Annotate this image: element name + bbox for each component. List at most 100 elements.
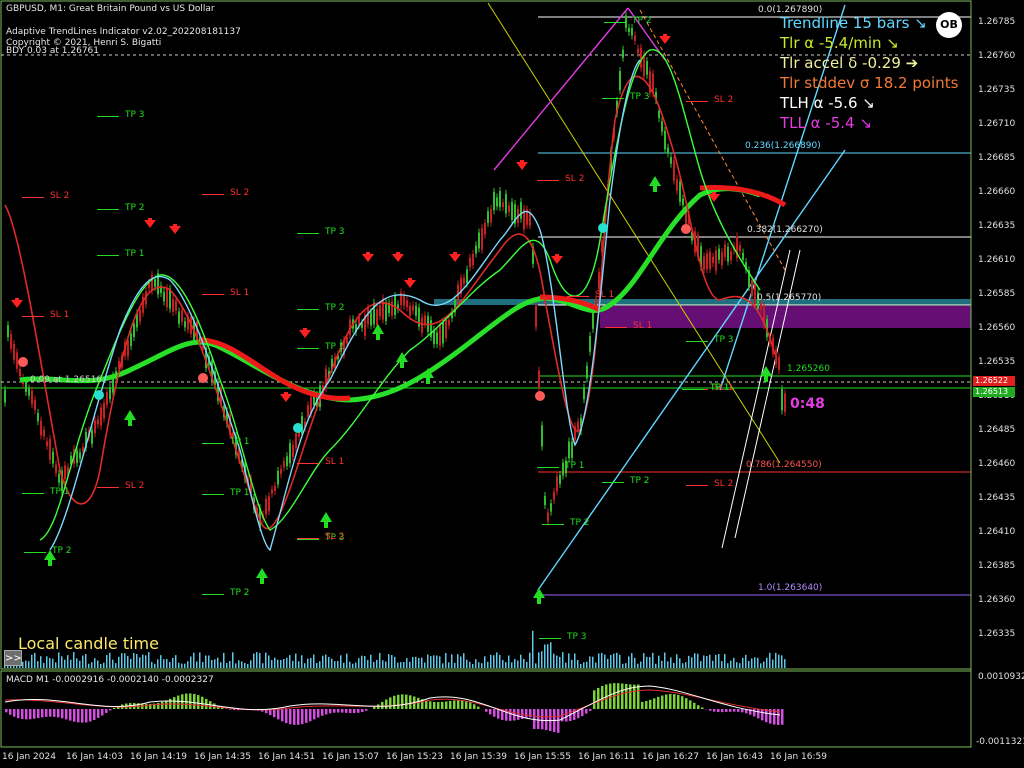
price-axis-label: 1.26635: [978, 221, 1016, 231]
time-axis-label: 16 Jan 16:27: [642, 752, 699, 762]
time-axis-label: 16 Jan 15:23: [386, 752, 443, 762]
tp-sl-label: SL 2: [125, 481, 145, 491]
price-axis-label: 1.26410: [978, 527, 1016, 537]
price-axis-label: 1.26460: [978, 459, 1016, 469]
tp-sl-line: [97, 487, 119, 488]
tp-sl-line: [537, 467, 559, 468]
indicator-name: Adaptive TrendLines Indicator v2.02_2022…: [6, 27, 241, 37]
macd-axis-bottom: -0.0011321: [976, 737, 1024, 747]
time-axis-label: 16 Jan 15:39: [450, 752, 507, 762]
price-axis-label: 1.26385: [978, 561, 1016, 571]
fib-label: 0.0(1.267890): [758, 5, 823, 15]
tp-sl-line: [602, 98, 624, 99]
time-axis-label: 16 Jan 16:59: [770, 752, 827, 762]
tp-sl-label: SL 2: [230, 188, 250, 198]
price-axis-label: 1.26735: [978, 85, 1016, 95]
tp-sl-label: TP 2: [570, 518, 590, 528]
tp-sl-label: SL 1: [230, 288, 250, 298]
tp-sl-line: [297, 463, 319, 464]
tp-sl-line: [537, 180, 559, 181]
tp-sl-line: [542, 524, 564, 525]
macd-axis-top: 0.0010932: [978, 672, 1024, 682]
price-axis-label: 1.26535: [978, 357, 1016, 367]
level-left-label: 0.09 at 1.26516: [30, 375, 103, 385]
panel-toggle-button[interactable]: >>: [4, 650, 22, 666]
tp-sl-label: TP 2: [632, 16, 652, 26]
tp-sl-label: TP 2: [230, 588, 250, 598]
tp-sl-line: [202, 594, 224, 595]
trendline-bars-label: Trendline 15 bars ↘: [780, 14, 927, 32]
tll-alpha-label: TLL α -5.4 ↘: [780, 114, 872, 132]
time-axis-label: 16 Jan 14:03: [66, 752, 123, 762]
tp-sl-line: [686, 341, 708, 342]
tp-sl-label: SL 1: [325, 457, 345, 467]
tp-sl-line: [297, 348, 319, 349]
thick-green-ma: [19, 186, 761, 403]
tp-sl-label: TP 3: [125, 110, 145, 120]
tp-sl-line: [686, 101, 708, 102]
tp-sl-label: TP 1: [565, 461, 585, 471]
tlr-accel-label: Tlr accel δ -0.29 ➔: [780, 54, 919, 72]
tp-sl-line: [297, 233, 319, 234]
ask-price-badge: 1.26522: [973, 376, 1015, 386]
tp-sl-line: [539, 638, 561, 639]
tp-sl-label: TP 1: [125, 249, 145, 259]
tp-sl-label: TP 3: [325, 227, 345, 237]
tp-sl-line: [97, 255, 119, 256]
tp-sl-label: TP 1: [230, 488, 250, 498]
price-axis-label: 1.26560: [978, 323, 1016, 333]
price-axis-label: 1.26485: [978, 425, 1016, 435]
fib-label: 0.5(1.265770): [757, 293, 822, 303]
tp-sl-label: SL 1: [633, 321, 653, 331]
tp-sl-line: [604, 22, 626, 23]
price-axis-label: 1.26585: [978, 289, 1016, 299]
tp-sl-line: [297, 309, 319, 310]
price-axis-label: 1.26760: [978, 51, 1016, 61]
tp-sl-label: TP 1: [230, 437, 250, 447]
tp-sl-line: [202, 443, 224, 444]
candle-countdown: 0:48: [790, 396, 825, 412]
tp-sl-line: [297, 539, 319, 540]
price-axis-label: 1.26785: [978, 17, 1016, 27]
tp-sl-line: [202, 194, 224, 195]
price-axis-label: 1.26685: [978, 153, 1016, 163]
tp-sl-line: [202, 294, 224, 295]
time-axis-label: 16 Jan 14:35: [194, 752, 251, 762]
fib-label: 0.382(1.266270): [747, 225, 823, 235]
time-axis-label: 16 Jan 15:55: [514, 752, 571, 762]
thick-red-ma: [199, 185, 787, 401]
tp-sl-label: SL 2: [714, 95, 734, 105]
fib-label: 0.236(1.266890): [745, 141, 821, 151]
fib-label: 0.786(1.264550): [746, 460, 822, 470]
tp-sl-line: [602, 482, 624, 483]
tp-sl-label: SL 1: [595, 290, 615, 300]
tp-sl-label: TP 3: [567, 632, 587, 642]
fib-label: 1.0(1.263640): [758, 583, 823, 593]
tp-sl-line: [686, 485, 708, 486]
price-axis-label: 1.26610: [978, 255, 1016, 265]
symbol-title: GBPUSD, M1: Great Britain Pound vs US Do…: [6, 4, 215, 14]
time-axis-label: 16 Jan 16:43: [706, 752, 763, 762]
price-axis-label: 1.26660: [978, 187, 1016, 197]
purple-zone: [600, 306, 971, 328]
tp-sl-label: TP 2: [630, 476, 650, 486]
tp-sl-label: TP 3: [630, 92, 650, 102]
broker-logo-icon: OB: [936, 12, 962, 38]
candlesticks: [4, 11, 786, 532]
time-axis-label: 16 Jan 14:19: [130, 752, 187, 762]
local-candle-time-label: Local candle time: [18, 634, 159, 653]
tp-sl-line: [297, 538, 319, 539]
tp-sl-label: SL 1: [50, 310, 70, 320]
price-axis-label: 1.26360: [978, 595, 1016, 605]
tp-sl-label: SL 2: [325, 532, 345, 542]
tp-sl-label: TP 1: [50, 487, 70, 497]
tp-sl-label: TP 1: [325, 342, 345, 352]
bdy-text: BDY 0.03 at 1.26761: [6, 46, 99, 56]
macd-signal-line: [4, 689, 781, 718]
tp-sl-label: SL 2: [565, 174, 585, 184]
tp-sl-label: TP 2: [325, 303, 345, 313]
tp-sl-line: [97, 116, 119, 117]
trading-terminal: GBPUSD, M1: Great Britain Pound vs US Do…: [0, 0, 1024, 768]
tp-sl-label: SL 2: [50, 191, 70, 201]
tp-sl-line: [22, 493, 44, 494]
